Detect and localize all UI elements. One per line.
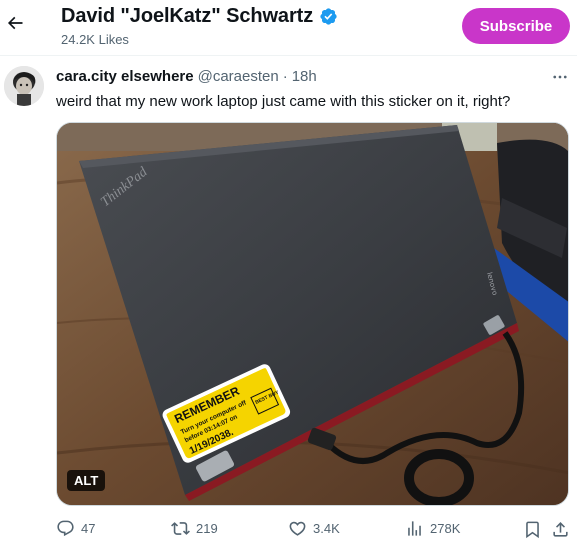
like-count: 3.4K — [313, 521, 340, 536]
tweet-display-name[interactable]: cara.city elsewhere — [56, 68, 194, 85]
meta-separator: · — [282, 68, 288, 85]
tweet-meta: cara.city elsewhere @caraesten · 18h — [56, 68, 317, 85]
tweet-actions: 47 219 3.4K 278K — [0, 515, 577, 545]
bookmark-icon[interactable] — [522, 519, 542, 539]
views-count: 278K — [430, 521, 461, 536]
views-button[interactable]: 278K — [405, 519, 460, 538]
profile-name: David "JoelKatz" Schwartz — [61, 5, 338, 28]
tweet-handle[interactable]: @caraesten — [198, 68, 279, 85]
laptop-photo-image: ThinkPad lenovo REMEMBER Turn your compu… — [57, 123, 568, 505]
verified-badge-icon — [319, 7, 338, 26]
reply-button[interactable]: 47 — [56, 519, 95, 538]
reply-icon — [57, 520, 74, 537]
profile-header: David "JoelKatz" Schwartz 24.2K Likes Su… — [0, 0, 577, 56]
repost-icon — [171, 522, 190, 535]
subscribe-button[interactable]: Subscribe — [462, 8, 570, 44]
repost-count: 219 — [196, 521, 218, 536]
more-options-icon[interactable] — [549, 68, 571, 86]
views-chart-icon — [408, 521, 421, 536]
tweet-timestamp[interactable]: 18h — [292, 68, 317, 85]
tweet-text: weird that my new work laptop just came … — [56, 93, 511, 110]
back-arrow-icon[interactable] — [4, 12, 26, 34]
alt-text-badge[interactable]: ALT — [67, 470, 106, 491]
profile-name-text: David "JoelKatz" Schwartz — [61, 5, 314, 27]
heart-icon — [289, 521, 306, 536]
profile-likes-count: 24.2K Likes — [61, 32, 129, 47]
repost-button[interactable]: 219 — [171, 519, 218, 538]
reply-count: 47 — [81, 521, 96, 536]
avatar[interactable] — [4, 66, 44, 106]
tweet-photo[interactable]: ThinkPad lenovo REMEMBER Turn your compu… — [56, 122, 569, 506]
share-icon[interactable] — [550, 519, 570, 539]
like-button[interactable]: 3.4K — [288, 519, 340, 538]
